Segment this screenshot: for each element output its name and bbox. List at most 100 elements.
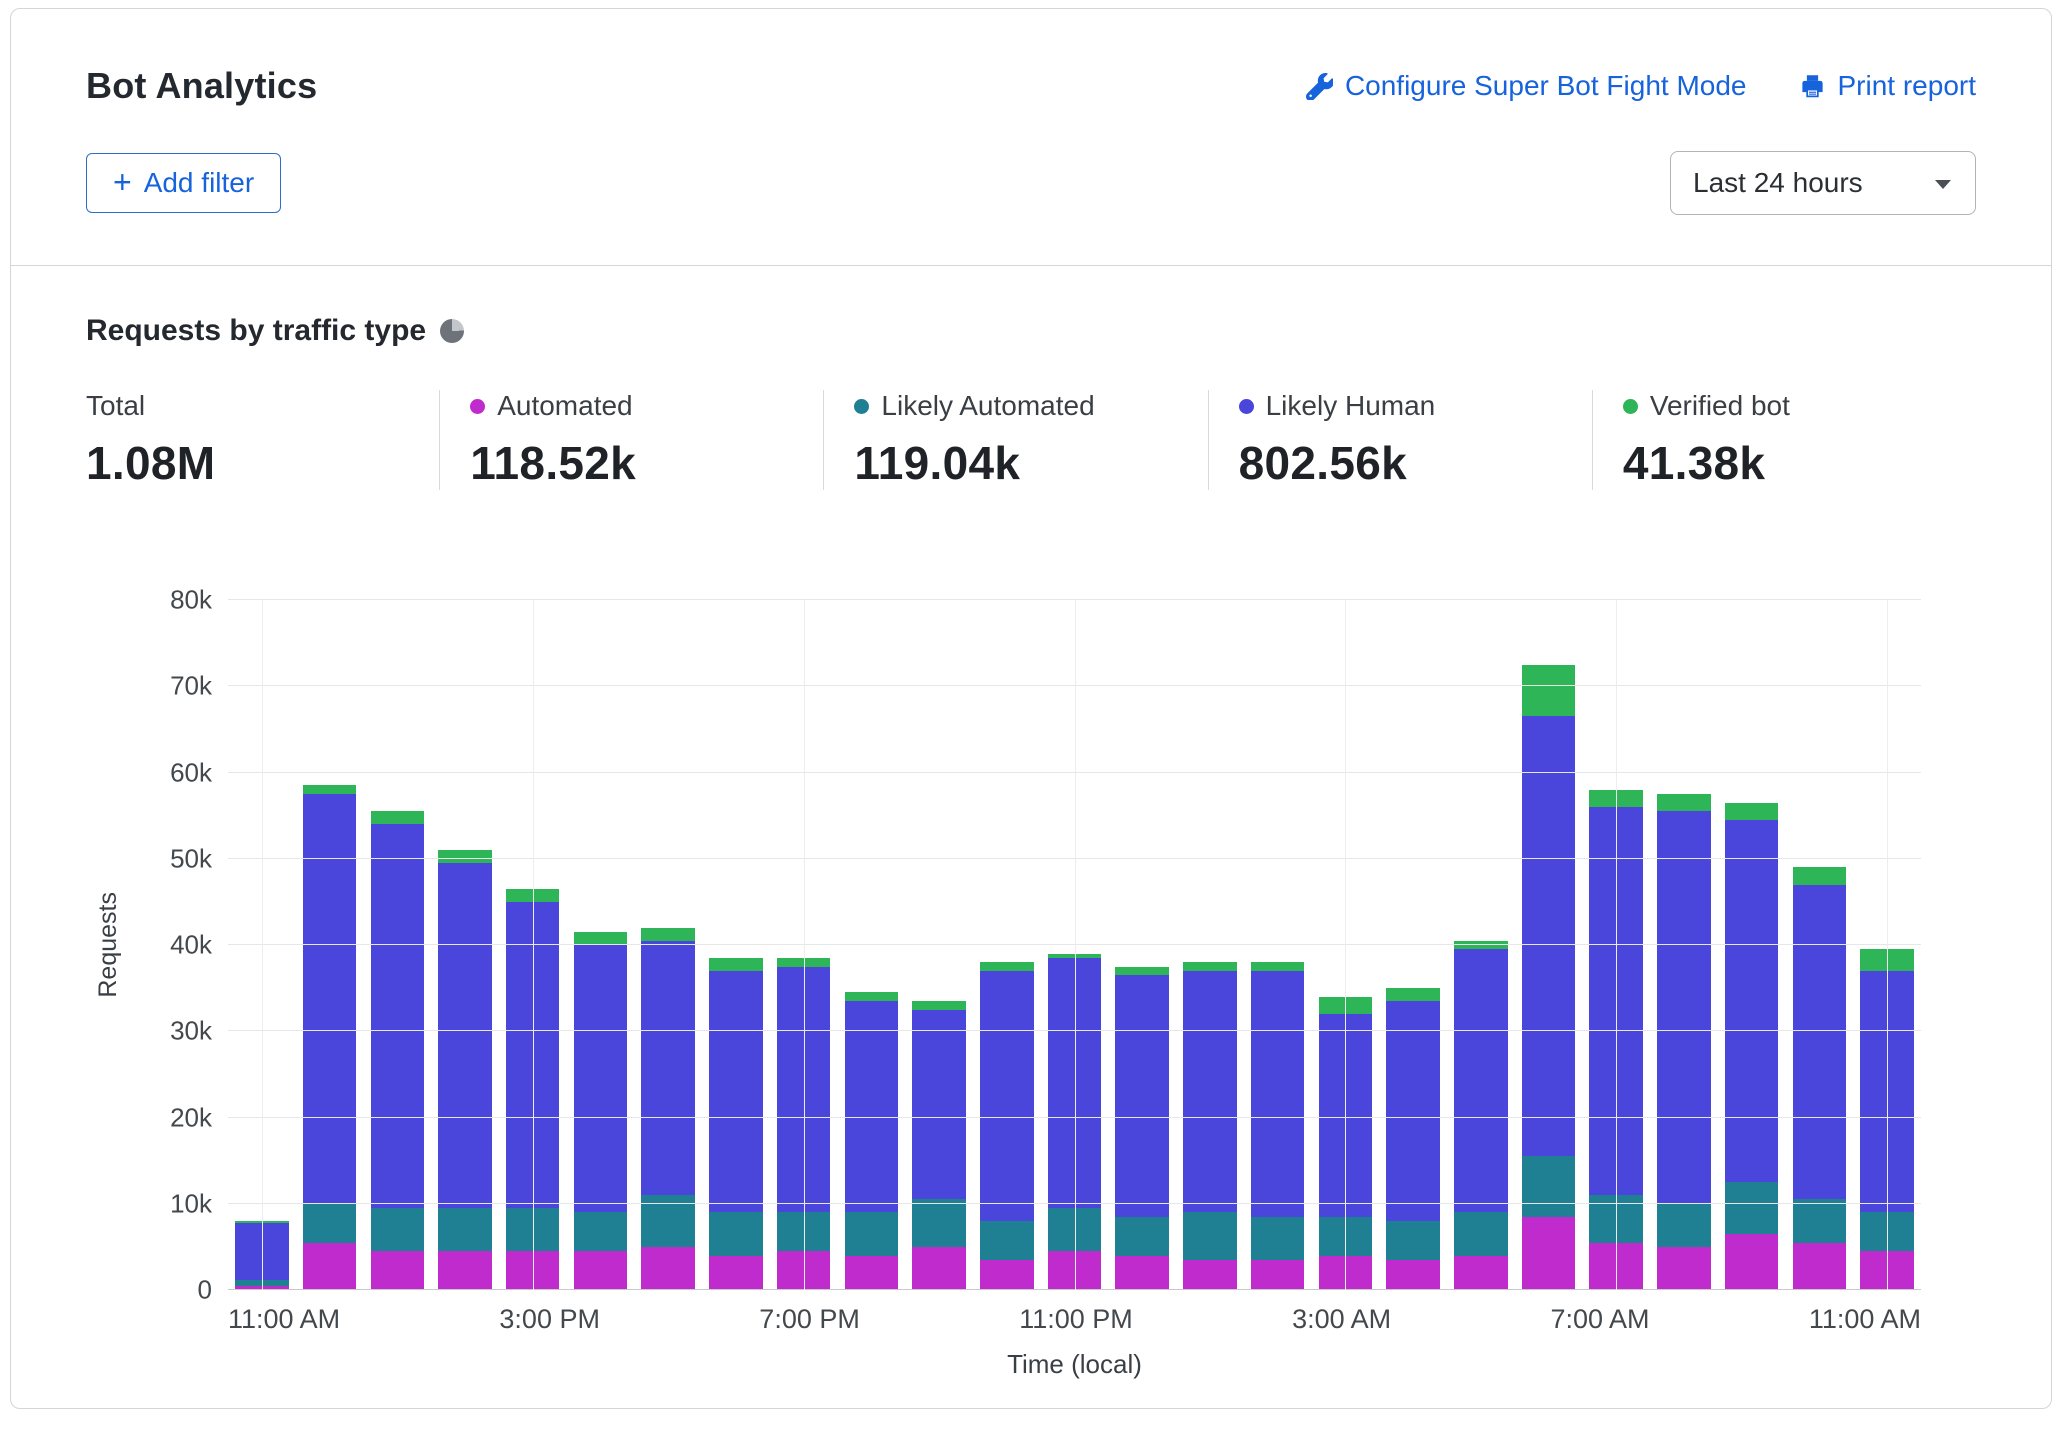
- stat-value: 118.52k: [470, 436, 823, 490]
- segment-likely-automated: [574, 1212, 627, 1251]
- x-tick-label: 7:00 PM: [759, 1304, 860, 1334]
- stat-value: 119.04k: [854, 436, 1207, 490]
- stat-value: 41.38k: [1623, 436, 1976, 490]
- stat-label: Likely Human: [1266, 390, 1436, 422]
- chart-plot: [228, 600, 1921, 1290]
- section-title: Requests by traffic type: [86, 314, 426, 348]
- segment-automated: [1115, 1256, 1168, 1291]
- x-axis-ticks: 11:00 AM3:00 PM7:00 PM11:00 PM3:00 AM7:0…: [228, 1304, 1921, 1335]
- segment-likely-human: [371, 824, 424, 1208]
- stat-verified-bot[interactable]: Verified bot 41.38k: [1592, 390, 1976, 490]
- segment-automated: [1522, 1217, 1575, 1290]
- bar-800am[interactable]: [1650, 600, 1718, 1290]
- bar-400pm[interactable]: [567, 600, 635, 1290]
- segment-likely-automated: [1115, 1217, 1168, 1256]
- segment-verified-bot: [1793, 867, 1846, 884]
- segment-automated: [303, 1243, 356, 1290]
- wrench-icon: [1306, 73, 1333, 100]
- bar-100am[interactable]: [1176, 600, 1244, 1290]
- bar-800pm[interactable]: [837, 600, 905, 1290]
- print-link-label: Print report: [1838, 70, 1977, 102]
- y-axis-title: Requests: [86, 600, 130, 1290]
- configure-link-label: Configure Super Bot Fight Mode: [1345, 70, 1747, 102]
- segment-verified-bot: [1657, 794, 1710, 811]
- segment-likely-automated: [1522, 1156, 1575, 1216]
- stat-label: Total: [86, 390, 145, 422]
- stat-value: 1.08M: [86, 436, 439, 490]
- segment-likely-human: [845, 1001, 898, 1212]
- segment-likely-automated: [1793, 1199, 1846, 1242]
- segment-automated: [709, 1256, 762, 1291]
- segment-automated: [641, 1247, 694, 1290]
- likely-automated-dot: [854, 399, 869, 414]
- segment-verified-bot: [1183, 962, 1236, 971]
- stat-label: Likely Automated: [881, 390, 1094, 422]
- bar-200pm[interactable]: [431, 600, 499, 1290]
- segment-likely-automated: [1183, 1212, 1236, 1259]
- bar-1000am[interactable]: [1786, 600, 1854, 1290]
- stat-likely-automated[interactable]: Likely Automated 119.04k: [823, 390, 1207, 490]
- segment-verified-bot: [709, 958, 762, 971]
- bar-100pm[interactable]: [363, 600, 431, 1290]
- segment-likely-human: [1251, 971, 1304, 1217]
- x-tick-label: 11:00 AM: [1809, 1304, 1921, 1334]
- segment-likely-automated: [303, 1204, 356, 1243]
- segment-likely-automated: [1454, 1212, 1507, 1255]
- bar-1200am[interactable]: [1108, 600, 1176, 1290]
- configure-super-bot-fight-mode-link[interactable]: Configure Super Bot Fight Mode: [1306, 70, 1747, 102]
- traffic-type-stats: Total 1.08M Automated 118.52k Likely Aut…: [86, 390, 1976, 490]
- stat-label: Verified bot: [1650, 390, 1790, 422]
- card-header: Bot Analytics Configure Super Bot Fight …: [11, 9, 2051, 266]
- stat-label: Automated: [497, 390, 632, 422]
- segment-likely-human: [980, 971, 1033, 1221]
- time-range-select[interactable]: Last 24 hours: [1670, 151, 1976, 215]
- automated-dot: [470, 399, 485, 414]
- segment-likely-automated: [1725, 1182, 1778, 1234]
- segment-likely-automated: [438, 1208, 491, 1251]
- segment-likely-human: [1454, 949, 1507, 1212]
- bar-600pm[interactable]: [702, 600, 770, 1290]
- bar-200am[interactable]: [1244, 600, 1312, 1290]
- segment-automated: [1183, 1260, 1236, 1290]
- add-filter-button[interactable]: + Add filter: [86, 153, 281, 213]
- segment-automated: [438, 1251, 491, 1290]
- bar-1200pm[interactable]: [296, 600, 364, 1290]
- x-tick-label: 11:00 PM: [1019, 1304, 1133, 1334]
- segment-verified-bot: [1522, 665, 1575, 717]
- segment-automated: [371, 1251, 424, 1290]
- segment-automated: [980, 1260, 1033, 1290]
- segment-verified-bot: [303, 785, 356, 794]
- bar-600am[interactable]: [1515, 600, 1583, 1290]
- segment-likely-human: [1183, 971, 1236, 1213]
- segment-verified-bot: [912, 1001, 965, 1010]
- segment-likely-human: [438, 863, 491, 1208]
- bar-900pm[interactable]: [905, 600, 973, 1290]
- stat-total: Total 1.08M: [86, 390, 439, 490]
- segment-verified-bot: [1115, 967, 1168, 976]
- stat-automated[interactable]: Automated 118.52k: [439, 390, 823, 490]
- segment-automated: [1386, 1260, 1439, 1290]
- segment-likely-human: [1522, 716, 1575, 1156]
- bot-analytics-card: Bot Analytics Configure Super Bot Fight …: [10, 8, 2052, 1409]
- bar-1000pm[interactable]: [973, 600, 1041, 1290]
- bar-500pm[interactable]: [634, 600, 702, 1290]
- print-report-link[interactable]: Print report: [1799, 70, 1977, 102]
- segment-likely-automated: [912, 1199, 965, 1246]
- stat-value: 802.56k: [1239, 436, 1592, 490]
- bar-900am[interactable]: [1718, 600, 1786, 1290]
- y-axis-ticks: 010k20k30k40k50k60k70k80k: [130, 600, 228, 1290]
- segment-likely-human: [641, 941, 694, 1195]
- pie-chart-icon: [440, 319, 464, 343]
- segment-likely-automated: [980, 1221, 1033, 1260]
- verified-bot-dot: [1623, 399, 1638, 414]
- x-tick-label: 3:00 AM: [1292, 1304, 1391, 1334]
- stat-likely-human[interactable]: Likely Human 802.56k: [1208, 390, 1592, 490]
- segment-likely-automated: [845, 1212, 898, 1255]
- bar-500am[interactable]: [1447, 600, 1515, 1290]
- x-axis-title: Time (local): [228, 1349, 1921, 1380]
- segment-likely-automated: [1251, 1217, 1304, 1260]
- segment-automated: [1454, 1256, 1507, 1291]
- segment-likely-human: [1657, 811, 1710, 1203]
- segment-automated: [574, 1251, 627, 1290]
- bar-400am[interactable]: [1379, 600, 1447, 1290]
